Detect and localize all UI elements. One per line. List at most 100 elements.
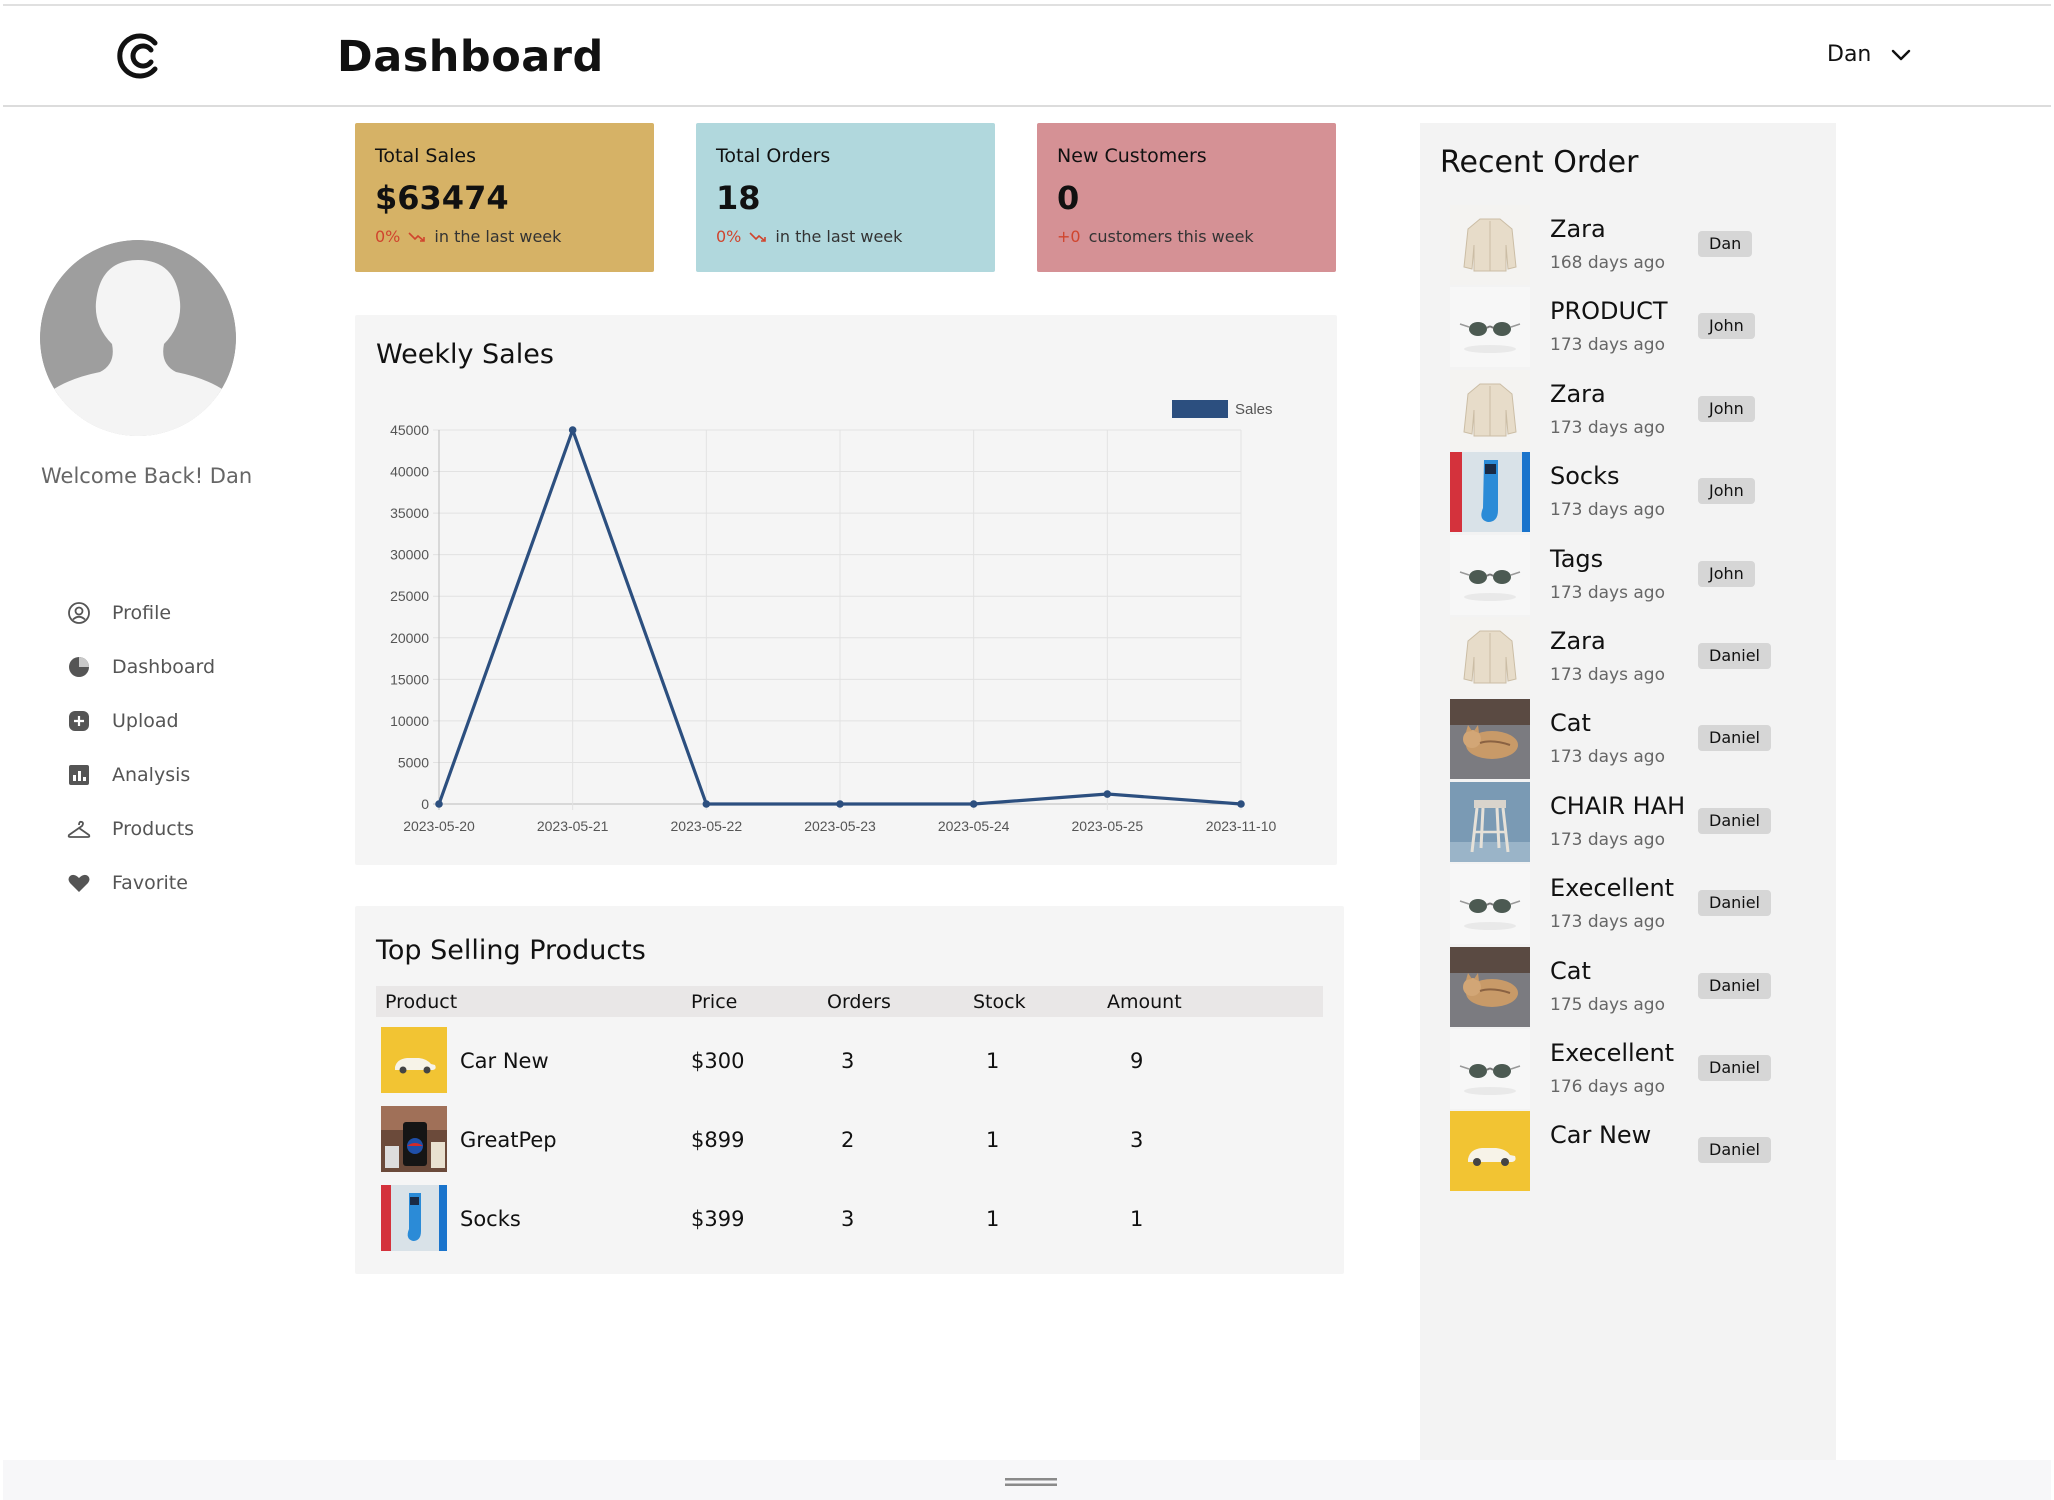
stat-percent: 0%	[716, 227, 742, 246]
sidebar-item-label: Profile	[112, 602, 172, 624]
order-time: 173 days ago	[1550, 912, 1665, 933]
column-header-stock[interactable]: Stock	[973, 991, 1026, 1013]
sidebar-item-upload[interactable]: Upload	[66, 694, 215, 748]
table-row[interactable]: Car New $300 3 1 9	[376, 1027, 1323, 1093]
bar-chart-icon	[66, 762, 92, 788]
recent-order-item[interactable]: Socks 173 days ago John	[1450, 452, 1830, 533]
pepsi-thumbnail	[381, 1106, 447, 1172]
y-tick-label: 30000	[390, 547, 429, 563]
sidebar-item-profile[interactable]: Profile	[66, 586, 215, 640]
avatar[interactable]	[40, 240, 236, 436]
sidebar-item-label: Upload	[112, 710, 179, 732]
pie-chart-icon	[66, 654, 92, 680]
legend-swatch	[1172, 400, 1228, 418]
weekly-sales-chart[interactable]: 0 5000 10000 15000 20000 25000 30000 35000 40000…	[355, 315, 1337, 865]
user-menu[interactable]: Dan	[1827, 42, 1913, 67]
table-row[interactable]: Socks $399 3 1 1	[376, 1185, 1323, 1251]
order-time: 173 days ago	[1550, 665, 1665, 685]
user-silhouette-icon	[40, 240, 236, 436]
sunglasses-thumbnail	[1450, 1029, 1530, 1109]
order-product-name: Zara	[1550, 627, 1606, 655]
x-tick-label: 2023-05-24	[938, 818, 1010, 834]
product-amount: 1	[1130, 1207, 1144, 1231]
x-tick-label: 2023-05-20	[403, 818, 475, 834]
y-tick-label: 35000	[390, 505, 429, 521]
stat-value: 18	[716, 179, 761, 217]
y-tick-label: 20000	[390, 630, 429, 646]
cat-thumbnail	[1450, 946, 1530, 1027]
order-product-name: Tags	[1550, 544, 1604, 573]
cat-thumbnail	[1450, 699, 1530, 780]
jacket-thumbnail	[1450, 205, 1530, 285]
data-point	[969, 800, 978, 808]
order-time: 173 days ago	[1550, 747, 1665, 768]
plus-square-icon	[66, 708, 92, 734]
recent-order-item[interactable]: Car New Daniel	[1450, 1111, 1830, 1192]
recent-order-item[interactable]: PRODUCT 173 days ago John	[1450, 287, 1830, 368]
recent-order-item[interactable]: Zara 173 days ago Daniel	[1450, 617, 1830, 697]
order-user-badge: Daniel	[1698, 725, 1771, 752]
order-user-badge: Daniel	[1698, 1137, 1771, 1164]
stat-card-new-customers: New Customers 0 +0 customers this week	[1037, 123, 1336, 272]
data-point	[435, 800, 443, 808]
stat-subtext: 0% in the last week	[716, 227, 975, 246]
socks-thumbnail	[381, 1185, 447, 1251]
data-point	[1103, 790, 1112, 798]
recent-order-item[interactable]: CHAIR HAH 173 days ago Daniel	[1450, 781, 1830, 862]
sidebar-item-analysis[interactable]: Analysis	[66, 748, 215, 802]
sidebar-item-dashboard[interactable]: Dashboard	[66, 640, 215, 694]
recent-order-item[interactable]: Execellent 173 days ago Daniel	[1450, 864, 1830, 945]
product-amount: 3	[1130, 1128, 1144, 1152]
table-row[interactable]: GreatPep $899 2 1 3	[376, 1106, 1323, 1172]
top-selling-panel: Top Selling Products Product Price Order…	[355, 906, 1344, 1274]
order-product-name: Car New	[1550, 1121, 1652, 1150]
recent-order-item[interactable]: Zara 173 days ago John	[1450, 369, 1830, 450]
product-name: Car New	[460, 1049, 549, 1073]
order-product-name: Zara	[1550, 379, 1606, 408]
table-title: Top Selling Products	[376, 935, 646, 966]
logo-c-icon[interactable]	[115, 30, 167, 82]
order-product-name: Execellent	[1550, 1039, 1675, 1067]
recent-order-item[interactable]: Cat 173 days ago Daniel	[1450, 699, 1830, 780]
order-user-badge: John	[1698, 313, 1755, 340]
column-header-price[interactable]: Price	[691, 991, 737, 1013]
stat-title: Total Sales	[375, 145, 476, 167]
socks-thumbnail	[1450, 452, 1530, 533]
column-header-product[interactable]: Product	[385, 991, 457, 1013]
y-tick-label: 5000	[398, 754, 429, 770]
order-user-badge: Daniel	[1698, 807, 1771, 834]
sunglasses-thumbnail	[1450, 864, 1530, 945]
stat-subtext: 0% in the last week	[375, 227, 634, 246]
trend-down-icon	[408, 231, 426, 242]
order-user-badge: Dan	[1698, 231, 1753, 257]
order-user-badge: John	[1698, 478, 1755, 505]
column-header-orders[interactable]: Orders	[827, 991, 891, 1013]
table-header: Product Price Orders Stock Amount	[376, 986, 1323, 1017]
order-time: 173 days ago	[1550, 829, 1665, 850]
order-time: 175 days ago	[1550, 994, 1665, 1015]
data-point	[702, 800, 711, 808]
recent-order-item[interactable]: Zara 168 days ago Dan	[1450, 205, 1830, 285]
product-orders: 3	[841, 1207, 855, 1231]
order-time: 173 days ago	[1550, 417, 1665, 438]
recent-order-item[interactable]: Cat 175 days ago Daniel	[1450, 946, 1830, 1027]
stat-period: customers this week	[1088, 227, 1254, 246]
sidebar-item-favorite[interactable]: Favorite	[66, 856, 215, 910]
y-tick-label: 40000	[390, 464, 429, 480]
drag-handle-icon[interactable]	[1005, 1477, 1057, 1487]
y-tick-label: 10000	[390, 713, 429, 729]
column-header-amount[interactable]: Amount	[1107, 991, 1182, 1013]
stat-percent: 0%	[375, 227, 401, 246]
recent-order-item[interactable]: Execellent 176 days ago Daniel	[1450, 1029, 1830, 1109]
stool-thumbnail	[1450, 781, 1530, 862]
order-user-badge: Daniel	[1698, 890, 1771, 917]
stat-subtext: +0 customers this week	[1057, 227, 1316, 246]
product-price: $899	[691, 1128, 745, 1152]
product-price: $300	[691, 1049, 745, 1073]
sunglasses-thumbnail	[1450, 287, 1530, 368]
chevron-down-icon	[1892, 49, 1911, 60]
product-stock: 1	[986, 1128, 1000, 1152]
sidebar-item-products[interactable]: Products	[66, 802, 215, 856]
recent-order-item[interactable]: Tags 173 days ago John	[1450, 534, 1830, 615]
sidebar-item-label: Dashboard	[112, 656, 216, 678]
